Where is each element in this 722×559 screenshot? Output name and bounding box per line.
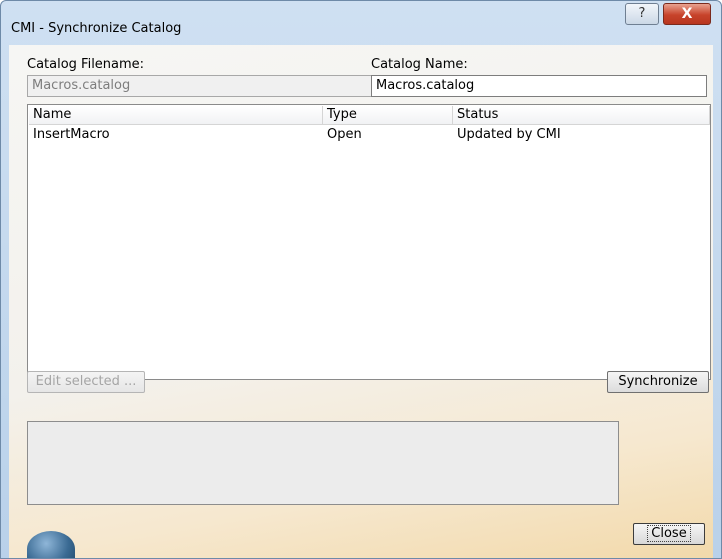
catia-logo-icon xyxy=(27,531,75,558)
row-type-cell: Open xyxy=(327,127,362,142)
synchronize-button[interactable]: Synchronize xyxy=(607,371,709,393)
catalog-name-field[interactable]: Macros.catalog xyxy=(371,75,707,97)
help-icon: ? xyxy=(638,6,646,21)
help-button[interactable]: ? xyxy=(625,3,659,25)
close-button-label: Close xyxy=(647,525,691,542)
catalog-name-label: Catalog Name: xyxy=(371,57,468,72)
dialog-body: Catalog Filename: Macros.catalog Catalog… xyxy=(9,45,713,558)
column-header-name[interactable]: Name xyxy=(29,106,323,125)
close-button[interactable]: Close xyxy=(633,523,705,545)
column-header-type[interactable]: Type xyxy=(323,106,453,125)
dialog-window: CMI - Synchronize Catalog ? X Catalog Fi… xyxy=(0,0,722,559)
macro-list[interactable]: Name Type Status InsertMacro Open Update… xyxy=(27,104,711,380)
message-area xyxy=(27,421,619,505)
window-title: CMI - Synchronize Catalog xyxy=(11,21,182,36)
catalog-filename-field: Macros.catalog xyxy=(27,75,375,97)
row-status-cell: Updated by CMI xyxy=(457,127,561,142)
title-bar[interactable]: CMI - Synchronize Catalog ? X xyxy=(1,1,721,45)
catalog-filename-label: Catalog Filename: xyxy=(27,57,145,72)
close-icon: X xyxy=(681,6,693,22)
column-header-status[interactable]: Status xyxy=(453,106,710,125)
window-close-button[interactable]: X xyxy=(663,3,711,25)
edit-selected-button[interactable]: Edit selected ... xyxy=(27,371,145,393)
row-name-cell: InsertMacro xyxy=(33,127,110,142)
